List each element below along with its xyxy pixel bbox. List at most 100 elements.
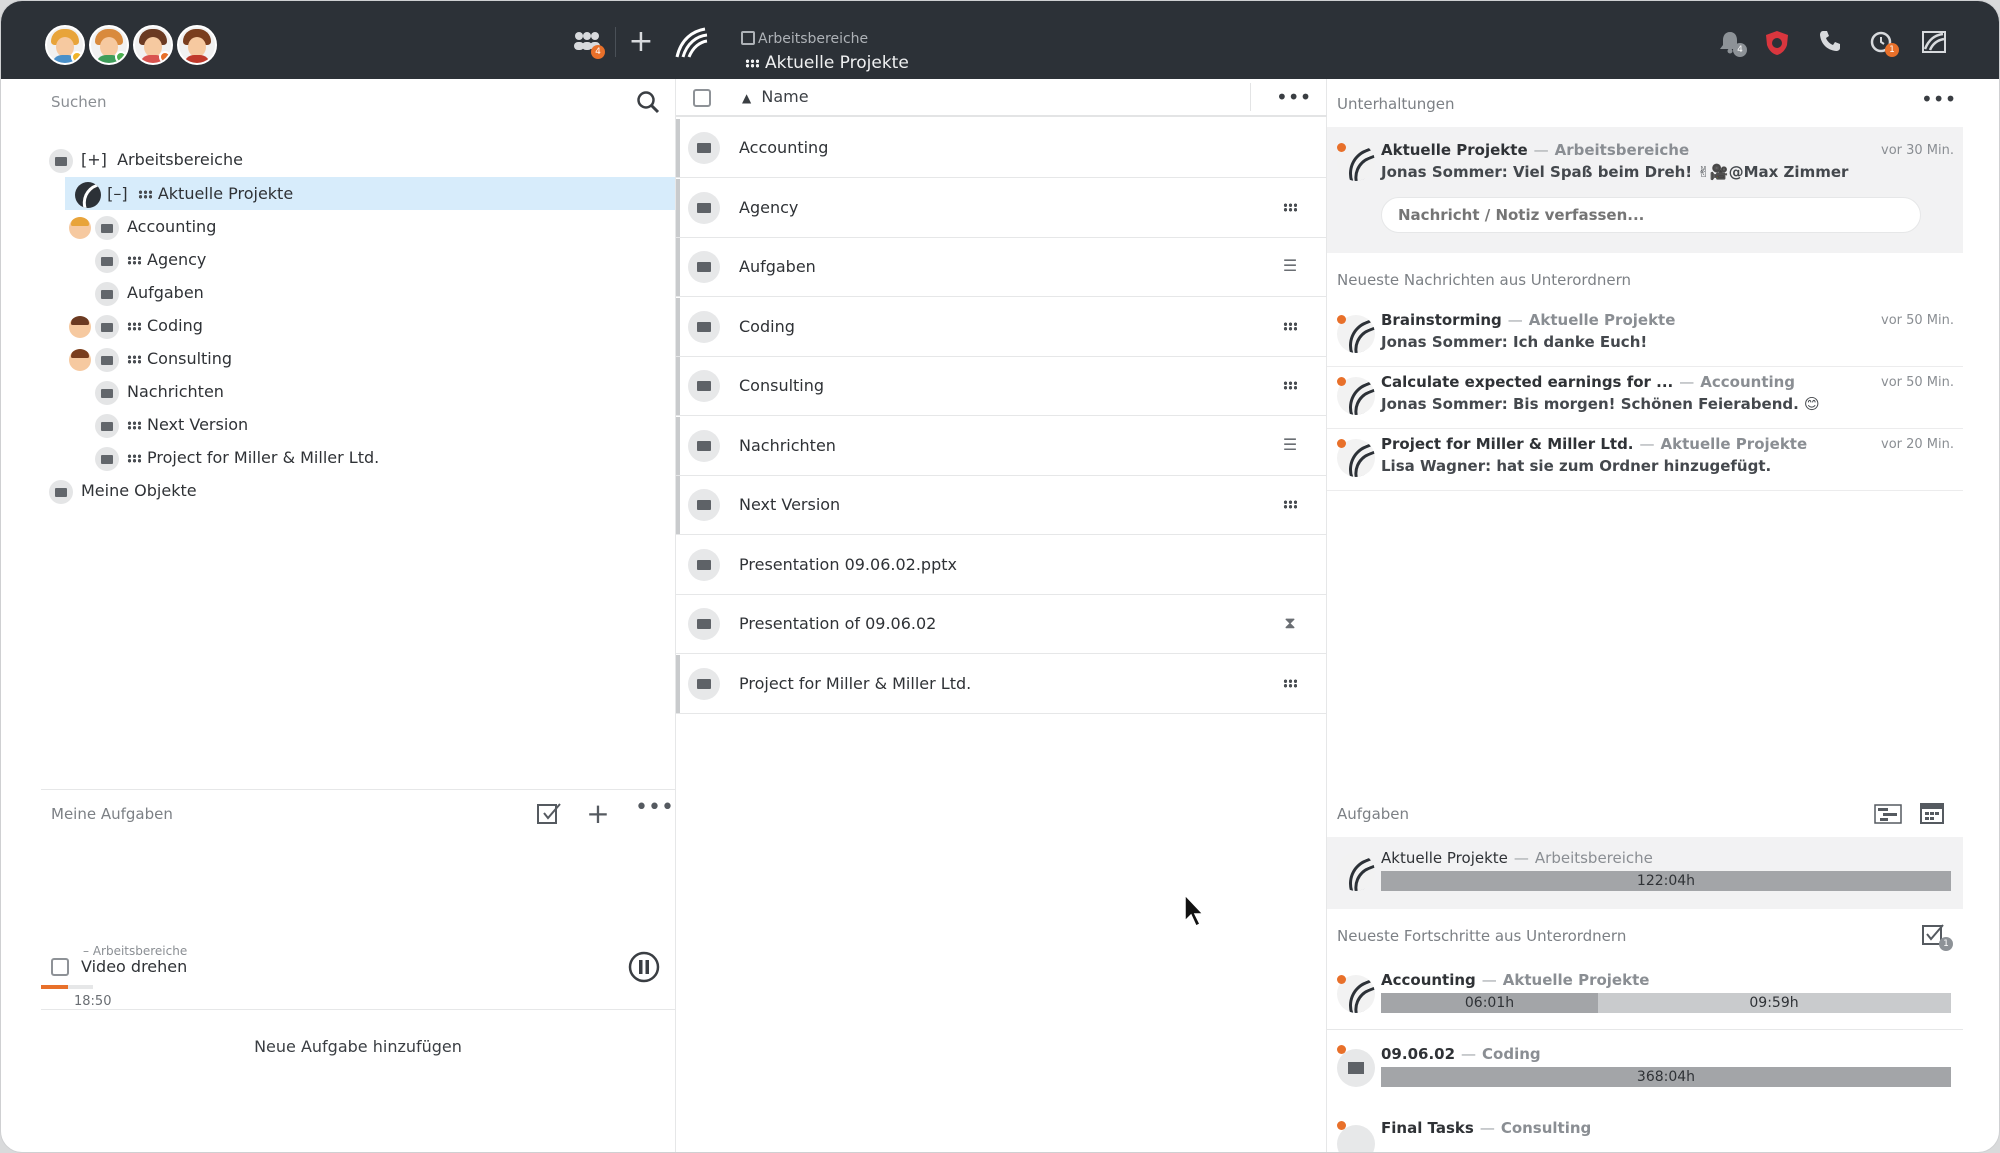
- conversation-item[interactable]: Calculate expected earnings for ... — Acco…: [1327, 367, 1963, 429]
- task-checkbox[interactable]: [51, 958, 69, 976]
- row-marker: [676, 357, 680, 415]
- tree-item-accounting[interactable]: Accounting: [69, 210, 216, 243]
- grid-icon[interactable]: [1280, 494, 1300, 513]
- tree-item-coding[interactable]: Coding: [69, 309, 203, 342]
- avatar-user-1[interactable]: [45, 25, 85, 65]
- tree-toggle[interactable]: [–]: [107, 184, 127, 203]
- search-icon[interactable]: [635, 89, 661, 115]
- hourglass-icon[interactable]: ⧗: [1280, 613, 1300, 633]
- conversations-title: Unterhaltungen: [1337, 95, 1455, 113]
- row-marker: [676, 178, 680, 237]
- tree-item-arbeitsbereiche[interactable]: [+] Arbeitsbereiche: [49, 143, 243, 176]
- tree-item-nachrichten[interactable]: Nachrichten: [95, 375, 224, 408]
- add-icon[interactable]: +: [626, 27, 656, 57]
- tree-item-meine-objekte[interactable]: Meine Objekte: [49, 474, 197, 507]
- list-icon[interactable]: ☰: [1280, 256, 1300, 275]
- app-logo-icon[interactable]: [1919, 29, 1949, 55]
- grid-icon[interactable]: [1280, 375, 1300, 394]
- sort-name-button[interactable]: ▲ Name: [742, 87, 809, 106]
- header-divider: [1250, 83, 1251, 111]
- avatar-user-3[interactable]: [133, 25, 173, 65]
- conversations-options-icon[interactable]: •••: [1921, 87, 1956, 111]
- list-icon[interactable]: ☰: [1280, 435, 1300, 454]
- progress-item[interactable]: Accounting — Aktuelle Projekte 06:01h 09:5…: [1327, 959, 1963, 1029]
- search-input[interactable]: Suchen: [51, 93, 107, 111]
- conversation-item[interactable]: Brainstorming — Aktuelle Projekte vor 50 Mi…: [1327, 305, 1963, 367]
- tree-item-aufgaben[interactable]: Aufgaben: [95, 276, 204, 309]
- list-item[interactable]: Presentation 09.06.02.pptx: [676, 536, 1328, 595]
- task-list-icon: [95, 281, 119, 306]
- row-name: Presentation 09.06.02.pptx: [739, 554, 957, 574]
- grid-icon[interactable]: [1280, 316, 1300, 335]
- timer-badge: 1: [1885, 43, 1899, 57]
- app-window: 4 + Arbeitsbereiche Aktuelle Projekte 4 …: [0, 0, 2000, 1153]
- timeline-view-icon[interactable]: [1873, 803, 1903, 825]
- task-list-icon: [688, 251, 720, 283]
- task-progress-bar: [41, 985, 93, 989]
- list-item[interactable]: Nachrichten ☰: [676, 416, 1328, 476]
- list-item[interactable]: Next Version: [676, 476, 1328, 535]
- pause-button[interactable]: [628, 951, 660, 983]
- row-name: Project for Miller & Miller Ltd.: [739, 673, 972, 693]
- recent-messages-title: Neueste Nachrichten aus Unterordnern: [1337, 271, 1631, 289]
- list-item[interactable]: Project for Miller & Miller Ltd.: [676, 654, 1328, 714]
- shield-icon[interactable]: [1762, 29, 1792, 55]
- folder-icon: [95, 215, 119, 240]
- row-marker: [676, 476, 680, 534]
- list-options-icon[interactable]: •••: [1276, 85, 1311, 109]
- select-all-checkbox[interactable]: [693, 89, 711, 107]
- progress-check-icon[interactable]: 1: [1921, 923, 1953, 951]
- add-task-button[interactable]: Neue Aufgabe hinzufügen: [41, 1037, 675, 1056]
- list-item[interactable]: Aufgaben ☰: [676, 238, 1328, 297]
- progress-badge: 1: [1939, 937, 1953, 951]
- task-name[interactable]: Video drehen: [81, 957, 187, 976]
- workspace-icon: [49, 148, 73, 173]
- unread-dot: [1337, 143, 1346, 152]
- add-task-icon[interactable]: +: [584, 797, 612, 830]
- tree-item-next-version[interactable]: Next Version: [95, 408, 248, 441]
- workspace-logo-icon[interactable]: [673, 25, 709, 61]
- clock-icon: [688, 608, 720, 640]
- progress-bar: 06:01h 09:59h: [1381, 993, 1951, 1013]
- row-marker: [676, 654, 680, 713]
- grid-icon[interactable]: [1280, 673, 1300, 692]
- grid-icon[interactable]: [1280, 197, 1300, 216]
- progress-title: Final Tasks — Consulting: [1381, 1119, 1592, 1137]
- list-item[interactable]: Accounting: [676, 119, 1328, 178]
- grid-icon: [127, 355, 141, 364]
- tree-toggle[interactable]: [+]: [81, 150, 107, 169]
- task-done-icon[interactable]: [535, 801, 563, 831]
- users-group-icon[interactable]: 4: [571, 29, 605, 59]
- timer-icon[interactable]: 1: [1867, 29, 1899, 57]
- right-panel: Unterhaltungen ••• Aktuelle Projekte — Arb…: [1327, 79, 1963, 1152]
- avatar-user-4[interactable]: [177, 25, 217, 65]
- row-marker: [676, 536, 680, 594]
- progress-item[interactable]: 09.06.02— Coding 368:04h: [1327, 1033, 1963, 1103]
- list-item[interactable]: Presentation of 09.06.02 ⧗: [676, 595, 1328, 654]
- breadcrumb-parent[interactable]: Arbeitsbereiche: [741, 31, 868, 47]
- tree-item-aktuelle-projekte[interactable]: [–] Aktuelle Projekte: [65, 177, 675, 210]
- tree-item-project-miller[interactable]: Project for Miller & Miller Ltd.: [95, 441, 379, 474]
- folder-icon: [95, 248, 119, 273]
- more-options-icon[interactable]: •••: [635, 795, 674, 820]
- avatar-user-2[interactable]: [89, 25, 129, 65]
- list-item[interactable]: Agency: [676, 178, 1328, 238]
- phone-icon[interactable]: [1815, 29, 1845, 55]
- tree-item-agency[interactable]: Agency: [95, 243, 206, 276]
- task-summary-card[interactable]: Aktuelle Projekte — Arbeitsbereiche 122:04…: [1327, 837, 1963, 909]
- progress-done-value: 06:01h: [1464, 995, 1515, 1011]
- folder-icon: [688, 667, 720, 700]
- row-name: Accounting: [739, 138, 829, 157]
- tree-item-consulting[interactable]: Consulting: [69, 342, 232, 375]
- conversation-item[interactable]: Project for Miller & Miller Ltd. — Aktuell…: [1327, 429, 1963, 491]
- progress-item[interactable]: Final Tasks — Consulting: [1327, 1107, 1963, 1152]
- message-input[interactable]: [1381, 197, 1921, 233]
- my-tasks-title: Meine Aufgaben: [51, 805, 173, 823]
- pinned-conversation[interactable]: Aktuelle Projekte — Arbeitsbereiche vor 30…: [1327, 127, 1963, 253]
- notifications-icon[interactable]: 4: [1715, 29, 1747, 57]
- calendar-view-icon[interactable]: [1919, 801, 1945, 825]
- list-item[interactable]: Consulting: [676, 357, 1328, 416]
- file-icon: [688, 548, 720, 581]
- task-context: – Arbeitsbereiche: [83, 944, 188, 958]
- list-item[interactable]: Coding: [676, 297, 1328, 357]
